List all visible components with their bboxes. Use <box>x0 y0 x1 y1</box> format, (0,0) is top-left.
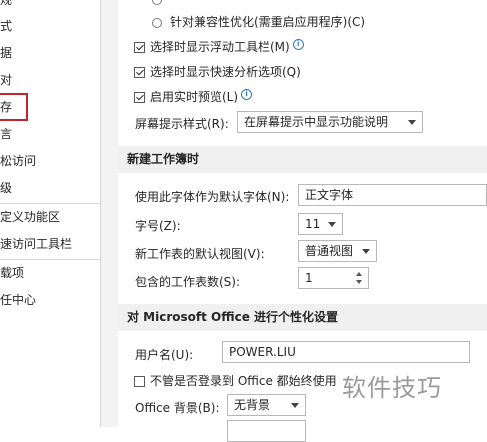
screentip-style-value: 在屏幕提示中显示功能说明 <box>244 115 389 129</box>
nav-item-trust-center[interactable]: 任中心 <box>0 288 36 312</box>
default-view-label: 新工作表的默认视图(V): <box>135 247 265 261</box>
live-preview-option[interactable]: 启用实时预览(L) i <box>134 88 253 105</box>
screentip-style-select[interactable]: 在屏幕提示中显示功能说明 <box>237 111 423 133</box>
section-heading: 新建工作簿时 <box>127 152 200 166</box>
office-background-select[interactable]: 无背景 <box>227 394 306 416</box>
nav-item-label: 定义功能区 <box>0 210 61 224</box>
nav-item-advanced[interactable]: 级 <box>0 176 12 200</box>
panel-gutter <box>101 0 118 427</box>
nav-separator <box>0 259 100 260</box>
office-background-value: 无背景 <box>234 398 271 412</box>
default-font-select[interactable]: 正文字体 <box>298 184 487 206</box>
nav-item-data[interactable]: 据 <box>0 41 12 65</box>
font-size-value: 11 <box>305 217 321 231</box>
nav-item-label: 级 <box>0 181 13 195</box>
live-preview-label: 启用实时预览(L) <box>150 90 239 104</box>
checkbox[interactable] <box>134 376 145 387</box>
chevron-down-icon <box>408 120 416 125</box>
radio-button[interactable] <box>152 18 162 28</box>
nav-item-label: 任中心 <box>0 293 37 307</box>
new-workbook-section-header: 新建工作簿时 <box>118 146 487 173</box>
nav-item-quick-access-toolbar[interactable]: 速访问工具栏 <box>0 232 72 256</box>
default-font-value: 正文字体 <box>305 188 354 202</box>
spin-down-icon[interactable] <box>356 280 362 284</box>
always-use-values-label: 不管是否登录到 Office 都始终使用 <box>150 374 337 388</box>
chevron-down-icon <box>291 403 299 408</box>
default-view-value: 普通视图 <box>305 244 354 258</box>
nav-item-label: 对 <box>0 73 13 87</box>
username-value: POWER.LIU <box>229 345 296 359</box>
selection-highlight-box <box>0 93 28 121</box>
chevron-down-icon <box>328 222 336 227</box>
nav-item-label: 式 <box>0 19 13 33</box>
nav-item-customize-ribbon[interactable]: 定义功能区 <box>0 205 60 229</box>
office-theme-select-cut[interactable] <box>227 420 306 442</box>
nav-item-accessibility[interactable]: 松访问 <box>0 149 36 173</box>
font-size-select[interactable]: 11 <box>298 213 343 235</box>
nav-item-language[interactable]: 言 <box>0 122 12 146</box>
checkbox[interactable] <box>134 92 145 103</box>
nav-item-label: 规 <box>0 0 13 7</box>
nav-item-label: 言 <box>0 127 13 141</box>
nav-item-proofing[interactable]: 对 <box>0 68 12 92</box>
nav-item-label: 载项 <box>0 266 25 280</box>
default-view-select[interactable]: 普通视图 <box>298 240 377 262</box>
nav-item-formulas[interactable]: 式 <box>0 14 12 38</box>
username-label: 用户名(U): <box>135 348 194 362</box>
show-quick-analysis-option[interactable]: 选择时显示快速分析选项(Q) <box>134 63 301 80</box>
chevron-down-icon <box>362 249 370 254</box>
section-heading: 对 Microsoft Office 进行个性化设置 <box>127 310 339 324</box>
show-quick-analysis-label: 选择时显示快速分析选项(Q) <box>150 65 301 79</box>
always-use-values-option[interactable]: 不管是否登录到 Office 都始终使用 <box>134 372 341 389</box>
default-font-label: 使用此字体作为默认字体(N): <box>135 190 290 204</box>
nav-item-label: 据 <box>0 46 13 60</box>
font-size-label: 字号(Z): <box>135 219 181 233</box>
sheet-count-spinner[interactable]: 1 <box>298 267 369 289</box>
info-icon: i <box>292 39 304 50</box>
nav-item-general[interactable]: 规 <box>0 0 12 12</box>
sheet-count-value: 1 <box>305 271 313 285</box>
username-input[interactable]: POWER.LIU <box>222 341 470 363</box>
show-mini-toolbar-option[interactable]: 选择时显示浮动工具栏(M) i <box>134 38 304 55</box>
screentip-style-label: 屏幕提示样式(R): <box>135 117 229 131</box>
nav-separator <box>0 203 100 204</box>
checkbox[interactable] <box>134 42 145 53</box>
personalize-section-header: 对 Microsoft Office 进行个性化设置 <box>118 304 487 331</box>
show-mini-toolbar-label: 选择时显示浮动工具栏(M) <box>150 40 290 54</box>
radio-button[interactable] <box>152 0 162 5</box>
info-icon: i <box>241 89 253 100</box>
radio-option-display-cut[interactable] <box>152 0 170 6</box>
radio-compat-option[interactable]: 针对兼容性优化(需重启应用程序)(C) <box>152 13 365 30</box>
office-background-label: Office 背景(B): <box>135 401 220 415</box>
radio-compat-label: 针对兼容性优化(需重启应用程序)(C) <box>170 15 366 29</box>
spin-up-icon[interactable] <box>356 272 362 276</box>
nav-item-label: 松访问 <box>0 154 37 168</box>
watermark-text: 软件技巧 <box>342 374 442 402</box>
checkbox[interactable] <box>134 67 145 78</box>
options-sidebar: 规 式 据 对 存 言 松访问 级 定义功能区 速访问工具栏 载项 任中心 <box>0 0 101 427</box>
nav-item-label: 速访问工具栏 <box>0 237 73 251</box>
nav-item-add-ins[interactable]: 载项 <box>0 261 24 285</box>
sheet-count-label: 包含的工作表数(S): <box>135 275 241 289</box>
